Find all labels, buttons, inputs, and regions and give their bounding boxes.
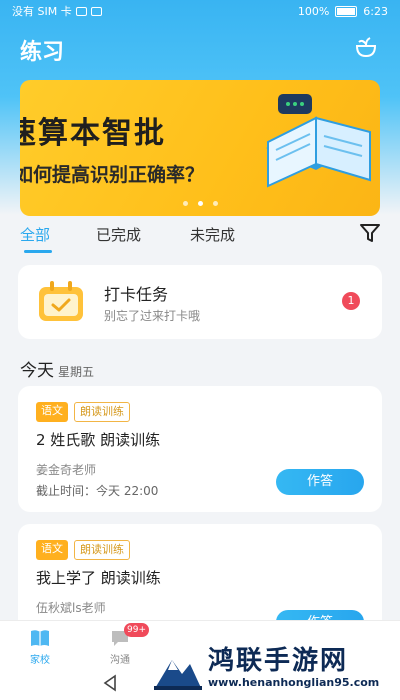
watermark-url: www.henanhonglian95.com (208, 676, 380, 689)
promo-banner[interactable]: 速算本智批 如何提高识别正确率？ (20, 80, 380, 216)
banner-pager (20, 201, 380, 206)
tab-incomplete[interactable]: 未完成 (190, 224, 235, 245)
answer-button[interactable]: 作答 (276, 469, 364, 495)
nav-badge: 99+ (124, 623, 149, 637)
clock: 6:23 (363, 4, 388, 18)
back-triangle-icon[interactable] (102, 674, 118, 692)
sim-icon (75, 6, 87, 16)
task-teacher: 伍秋斌ls老师 (36, 601, 106, 615)
filter-icon[interactable] (358, 222, 382, 244)
weekday-label: 星期五 (58, 365, 95, 379)
book-icon (31, 630, 49, 646)
checkin-subtitle: 别忘了过来打卡哦 (104, 309, 201, 323)
mountain-logo-icon (154, 660, 202, 690)
fruit-icon[interactable] (354, 36, 378, 58)
wifi-icon (90, 6, 102, 16)
app-bar: 练习 (0, 30, 400, 66)
tab-all[interactable]: 全部 (20, 224, 50, 245)
task-tags: 语文 朗读训练 (36, 540, 130, 560)
nav-item-home-school[interactable]: 家校 (10, 627, 70, 666)
battery-percent: 100% (297, 4, 330, 18)
battery-icon (335, 5, 358, 17)
active-tab-indicator (24, 250, 52, 253)
banner-headline: 速算本智批 (20, 116, 166, 151)
task-tags: 语文 朗读训练 (36, 402, 130, 422)
watermark: 鸿联手游网 www.henanhonglian95.com (146, 636, 396, 698)
day-label: 今天 (20, 361, 54, 381)
pager-dot[interactable] (197, 201, 203, 206)
day-group-header: 今天 星期五 (20, 356, 94, 381)
carrier-label: 没有 SIM 卡 (12, 5, 72, 18)
type-tag: 朗读训练 (74, 402, 130, 422)
task-name: 2 姓氏歌 朗读训练 (36, 431, 161, 449)
pager-dot[interactable] (212, 201, 218, 206)
pager-dot[interactable] (182, 201, 188, 206)
checkin-title: 打卡任务 (104, 285, 169, 304)
type-tag: 朗读训练 (74, 540, 130, 560)
tab-completed[interactable]: 已完成 (96, 224, 141, 245)
page-title: 练习 (20, 40, 65, 65)
book-illustration-icon (266, 94, 371, 188)
banner-subline: 如何提高识别正确率？ (20, 164, 205, 186)
nav-label: 沟通 (110, 655, 130, 666)
subject-tag: 语文 (36, 540, 68, 560)
task-card[interactable]: 语文 朗读训练 我上学了 朗读训练 伍秋斌ls老师 作答 (18, 524, 382, 634)
subject-tag: 语文 (36, 402, 68, 422)
calendar-check-icon (39, 281, 83, 321)
nav-label: 家校 (30, 655, 50, 666)
nav-item-communication[interactable]: 99+ 沟通 (90, 623, 150, 666)
watermark-text: 鸿联手游网 (208, 646, 349, 676)
filter-tabs: 全部 已完成 未完成 (0, 222, 400, 253)
task-card[interactable]: 语文 朗读训练 2 姓氏歌 朗读训练 姜金奇老师 截止时间：今天 22:00 作… (18, 386, 382, 512)
task-name: 我上学了 朗读训练 (36, 569, 161, 587)
task-teacher: 姜金奇老师 (36, 463, 97, 477)
task-deadline: 截止时间：今天 22:00 (36, 484, 159, 498)
checkin-card[interactable]: 打卡任务 别忘了过来打卡哦 1 (18, 265, 382, 339)
checkin-count-badge: 1 (342, 292, 360, 310)
status-bar: 没有 SIM 卡 100% 6:23 (0, 0, 400, 22)
